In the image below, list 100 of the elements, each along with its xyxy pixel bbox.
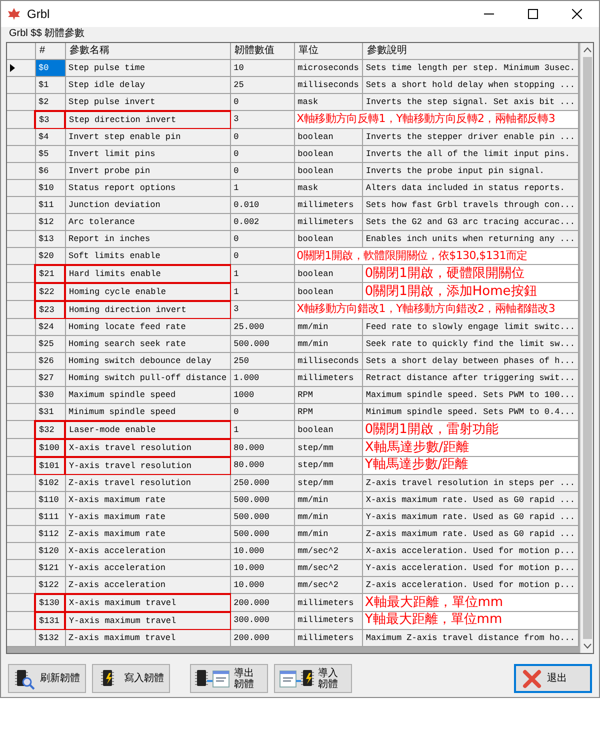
table-cell: RPM bbox=[294, 386, 362, 403]
table-cell: Z-axis maximum rate bbox=[65, 525, 230, 542]
table-cell: boolean bbox=[294, 420, 362, 438]
column-header[interactable]: 韌體數值 bbox=[230, 43, 294, 59]
group-label: Grbl $$ 韌體參數 bbox=[8, 28, 86, 40]
table-cell: Z-axis travel resolution in steps per ... bbox=[362, 474, 578, 491]
column-header[interactable]: 參數名稱 bbox=[65, 43, 230, 59]
table-cell: boolean bbox=[294, 162, 362, 179]
table-cell: $23 bbox=[35, 300, 65, 318]
toolbar-button[interactable]: 刷新韌體 bbox=[8, 664, 86, 693]
annotation-note: X軸馬達步數/距離 bbox=[364, 440, 470, 456]
annotation-note: 0關閉1開啟，軟體限開關位，依$130,$131而定 bbox=[296, 248, 528, 264]
table-cell: millimeters bbox=[294, 196, 362, 213]
table-cell: 0 bbox=[230, 162, 294, 179]
table-cell: Homing cycle enable bbox=[65, 282, 230, 300]
table-cell: mm/min bbox=[294, 525, 362, 542]
table-cell: Inverts the all of the limit input pins. bbox=[362, 145, 578, 162]
table-cell: mm/min bbox=[294, 491, 362, 508]
column-header[interactable]: 參數說明 bbox=[362, 43, 578, 59]
table-cell: Invert step enable pin bbox=[65, 128, 230, 145]
table-cell: 0 bbox=[230, 403, 294, 420]
table-cell: Inverts the probe input pin signal. bbox=[362, 162, 578, 179]
table-cell: Laser-mode enable bbox=[65, 420, 230, 438]
table-cell: X-axis maximum rate bbox=[65, 491, 230, 508]
table-cell: Y-axis acceleration. Used for motion p... bbox=[362, 559, 578, 576]
table-cell: Invert probe pin bbox=[65, 162, 230, 179]
table-cell: Step idle delay bbox=[65, 76, 230, 93]
row-header[interactable] bbox=[7, 59, 35, 76]
table-cell: 80.000 bbox=[230, 438, 294, 456]
table-cell: Maximum Z-axis travel distance from ho... bbox=[362, 629, 578, 646]
table-cell: 1 bbox=[230, 420, 294, 438]
table-cell: 500.000 bbox=[230, 491, 294, 508]
table-cell: $11 bbox=[35, 196, 65, 213]
table-cell: 0.002 bbox=[230, 213, 294, 230]
table-cell: $4 bbox=[35, 128, 65, 145]
table-cell: step/mm bbox=[294, 474, 362, 491]
table-cell: Maximum spindle speed bbox=[65, 386, 230, 403]
table-cell: $30 bbox=[35, 386, 65, 403]
table-cell: X-axis maximum rate. Used as G0 rapid ... bbox=[362, 491, 578, 508]
scrollbar[interactable] bbox=[580, 43, 593, 653]
table-cell: 200.000 bbox=[230, 629, 294, 646]
table-cell: Y-axis maximum rate. Used as G0 rapid ... bbox=[362, 508, 578, 525]
table-cell: $22 bbox=[35, 282, 65, 300]
annotation-note: Y軸馬達步數/距離 bbox=[364, 457, 470, 474]
toolbar-button[interactable]: 導出韌體 bbox=[190, 664, 268, 693]
table-cell: 10.000 bbox=[230, 576, 294, 594]
annotation-note: X軸移動方向錯改1，Y軸移動方向錯改2，兩軸都錯改3 bbox=[296, 301, 556, 318]
table-cell: microseconds bbox=[294, 59, 362, 76]
exit-button[interactable]: 退出 bbox=[514, 664, 592, 693]
table-cell: 0 bbox=[230, 128, 294, 145]
table-cell: Hard limits enable bbox=[65, 264, 230, 282]
column-header[interactable]: # bbox=[35, 43, 65, 59]
table-cell: mm/min bbox=[294, 508, 362, 525]
table-cell: Feed rate to slowly engage limit switc... bbox=[362, 318, 578, 335]
toolbar-button[interactable]: 寫入韌體 bbox=[92, 664, 170, 693]
column-header[interactable]: 單位 bbox=[294, 43, 362, 59]
table-cell: 10 bbox=[230, 59, 294, 76]
table-cell: $26 bbox=[35, 352, 65, 369]
table-cell: 1000 bbox=[230, 386, 294, 403]
table-cell: millimeters bbox=[294, 594, 362, 612]
table-cell: 250 bbox=[230, 352, 294, 369]
table-cell: 0.010 bbox=[230, 196, 294, 213]
table-cell: 0 bbox=[230, 247, 294, 264]
table-cell: 10.000 bbox=[230, 559, 294, 576]
table-cell: 3 bbox=[230, 300, 294, 318]
table-cell: Step pulse time bbox=[65, 59, 230, 76]
table-cell: $13 bbox=[35, 230, 65, 247]
table-cell: $111 bbox=[35, 508, 65, 525]
table-cell: Y-axis maximum rate bbox=[65, 508, 230, 525]
table-cell: $24 bbox=[35, 318, 65, 335]
table-cell: step/mm bbox=[294, 438, 362, 456]
table-cell: $120 bbox=[35, 542, 65, 559]
table-cell: $1 bbox=[35, 76, 65, 93]
annotation-note: X軸移動方向反轉1，Y軸移動方向反轉2，兩軸都反轉3 bbox=[296, 111, 556, 128]
table-cell: $3 bbox=[35, 110, 65, 128]
table-cell: Retract distance after triggering swit... bbox=[362, 369, 578, 386]
table-cell: $121 bbox=[35, 559, 65, 576]
table-cell: Alters data included in status reports. bbox=[362, 179, 578, 196]
table-cell: $12 bbox=[35, 213, 65, 230]
table-cell: Z-axis travel resolution bbox=[65, 474, 230, 491]
table-cell: Arc tolerance bbox=[65, 213, 230, 230]
table-cell: millimeters bbox=[294, 612, 362, 629]
table-cell: 200.000 bbox=[230, 594, 294, 612]
table-cell: $132 bbox=[35, 629, 65, 646]
table-cell: mm/sec^2 bbox=[294, 559, 362, 576]
annotation-note: 0關閉1開啟，雷射功能 bbox=[364, 422, 500, 438]
table-cell: $27 bbox=[35, 369, 65, 386]
table-cell: Status report options bbox=[65, 179, 230, 196]
table-cell: boolean bbox=[294, 264, 362, 282]
table-cell: Step pulse invert bbox=[65, 93, 230, 110]
table-cell: Sets the G2 and G3 arc tracing accurac... bbox=[362, 213, 578, 230]
table-cell: $5 bbox=[35, 145, 65, 162]
table-cell: 500.000 bbox=[230, 508, 294, 525]
table-cell: Sets a short hold delay when stopping ... bbox=[362, 76, 578, 93]
table-cell: Sets time length per step. Minimum 3usec. bbox=[362, 59, 578, 76]
table-cell: $20 bbox=[35, 247, 65, 264]
table-cell: Homing switch pull-off distance bbox=[65, 369, 230, 386]
toolbar-button[interactable]: 導入韌體 bbox=[274, 664, 352, 693]
table-cell: 25.000 bbox=[230, 318, 294, 335]
table-cell: mm/sec^2 bbox=[294, 542, 362, 559]
